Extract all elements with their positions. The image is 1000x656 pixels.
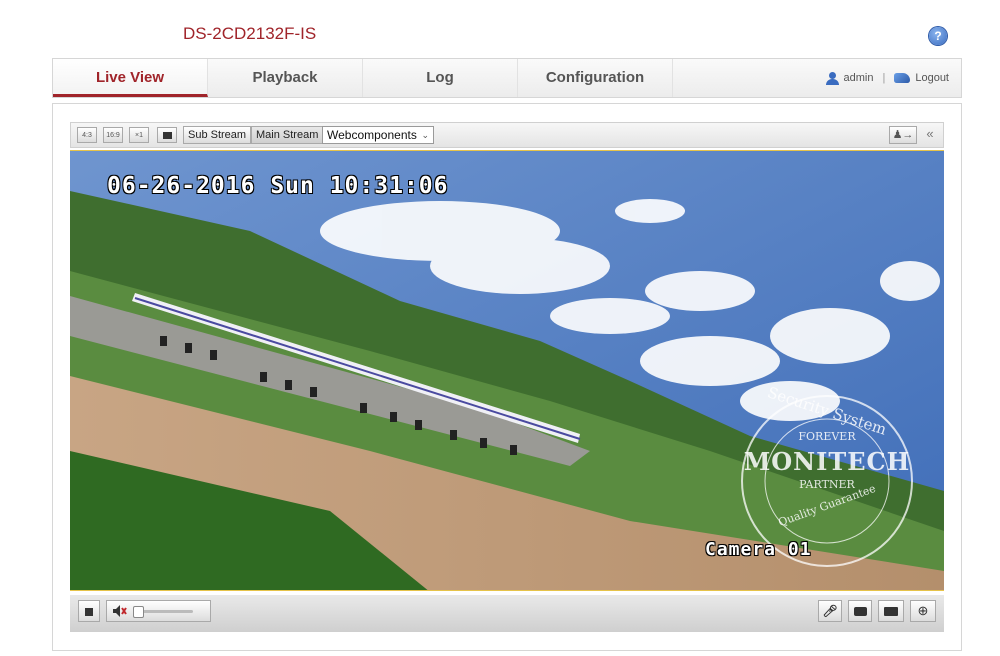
user-area: admin | Logout [825, 59, 949, 97]
volume-knob[interactable] [133, 606, 144, 618]
video-controls: 🎤︎ ⊕ [70, 595, 944, 632]
ratio-16-9-button[interactable]: 16:9 [103, 127, 123, 143]
help-icon[interactable]: ? [929, 27, 947, 45]
ratio-original-button[interactable]: ×1 [129, 127, 149, 143]
fullscreen-icon [162, 131, 172, 139]
main-nav: Live View Playback Log Configuration adm… [52, 58, 962, 98]
ptz-toggle-button[interactable]: ♟→ [889, 126, 917, 144]
device-model: DS-2CD2132F-IS [183, 24, 317, 43]
capture-button[interactable] [848, 600, 872, 622]
stop-icon [85, 607, 93, 616]
username: admin [843, 72, 874, 84]
record-button[interactable] [878, 600, 904, 622]
logout-link[interactable]: Logout [915, 59, 949, 97]
tab-playback[interactable]: Playback [208, 59, 363, 97]
tab-live-view[interactable]: Live View [53, 59, 208, 97]
user-separator: | [882, 72, 886, 84]
chevron-down-icon: ⌄ [421, 130, 429, 140]
microphone-icon: 🎤︎ [822, 604, 838, 618]
plugin-select[interactable]: Webcomponents ⌄ [322, 126, 434, 144]
tab-log[interactable]: Log [363, 59, 518, 97]
main-stream-button[interactable]: Main Stream [251, 126, 324, 144]
volume-slider[interactable] [133, 606, 193, 618]
live-toolbar: 4:3 16:9 ×1 Sub Stream Main Stream Webco… [70, 122, 944, 148]
audio-control[interactable] [106, 600, 211, 622]
watermark-brand: MONITECH [743, 447, 911, 476]
plugin-select-value: Webcomponents [327, 128, 417, 142]
speaker-muted-icon[interactable] [113, 605, 127, 617]
logout-icon[interactable] [894, 73, 911, 83]
sub-stream-button[interactable]: Sub Stream [183, 126, 252, 144]
ratio-4-3-button[interactable]: 4:3 [77, 127, 97, 143]
digital-zoom-button[interactable]: ⊕ [910, 600, 936, 622]
osd-camera-name: Camera 01 [705, 539, 812, 560]
osd-datetime: 06-26-2016 Sun 10:31:06 [107, 173, 449, 199]
talk-button[interactable]: 🎤︎ [818, 600, 842, 622]
ptz-icon: ♟→ [892, 129, 914, 141]
tab-configuration[interactable]: Configuration [518, 59, 673, 97]
fullscreen-button[interactable] [157, 127, 177, 143]
camera-icon [853, 607, 867, 617]
user-icon [825, 71, 839, 85]
live-video[interactable]: Security System FOREVER MONITECH PARTNER… [70, 150, 944, 591]
zoom-in-icon: ⊕ [917, 603, 929, 618]
stop-button[interactable] [78, 600, 100, 622]
collapse-panel-button[interactable]: « [922, 126, 938, 144]
video-record-icon [884, 607, 898, 617]
